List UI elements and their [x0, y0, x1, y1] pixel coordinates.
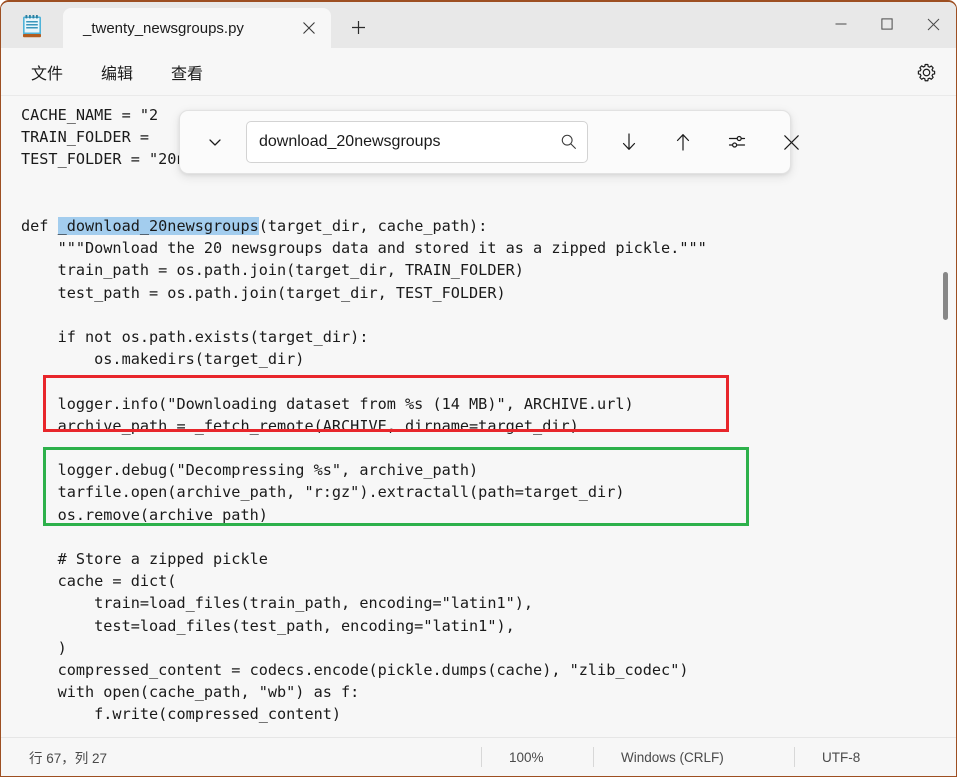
code-after-match: (target_dir, cache_path): """Download th…	[57, 217, 707, 724]
tab-twenty-newsgroups[interactable]: _twenty_newsgroups.py	[63, 8, 331, 48]
settings-gear-icon[interactable]	[910, 56, 942, 88]
close-find-bar-icon[interactable]	[770, 121, 812, 163]
find-input[interactable]	[247, 122, 587, 162]
status-cursor-position: 行 67，列 27	[29, 751, 108, 766]
maximize-button[interactable]	[864, 2, 910, 46]
notepad-app-icon	[21, 15, 43, 39]
vertical-scrollbar[interactable]	[940, 196, 952, 741]
find-bar	[179, 110, 799, 174]
status-encoding[interactable]: UTF-8	[806, 746, 876, 768]
status-line-ending[interactable]: Windows (CRLF)	[605, 746, 740, 768]
status-zoom-level[interactable]: 100%	[493, 746, 560, 768]
find-previous-up-arrow-icon[interactable]	[662, 121, 704, 163]
status-divider-2	[593, 747, 594, 767]
minimize-button[interactable]	[818, 2, 864, 46]
menu-item-file[interactable]: 文件	[17, 54, 77, 90]
find-next-down-arrow-icon[interactable]	[608, 121, 650, 163]
search-match-highlight: _download_20newsgroups	[57, 217, 259, 236]
scrollbar-thumb[interactable]	[943, 272, 948, 320]
status-divider-3	[794, 747, 795, 767]
new-tab-icon[interactable]	[341, 10, 375, 44]
menu-item-view[interactable]: 查看	[157, 54, 217, 90]
tab-title: _twenty_newsgroups.py	[83, 19, 244, 37]
find-options-sliders-icon[interactable]	[716, 121, 758, 163]
menu-item-edit[interactable]: 编辑	[87, 54, 147, 90]
expand-replace-chevron-down-icon[interactable]	[194, 121, 236, 163]
close-button[interactable]	[910, 2, 956, 46]
menu-bar: 文件 编辑 查看	[1, 48, 956, 96]
tab-close-icon[interactable]	[293, 12, 325, 44]
status-divider-1	[481, 747, 482, 767]
tab-strip: _twenty_newsgroups.py	[63, 2, 375, 48]
window-controls	[818, 2, 956, 46]
code-text[interactable]: CACHE_NAME = "2 TRAIN_FOLDER = TEST_FOLD…	[21, 104, 707, 726]
find-input-wrapper[interactable]	[246, 121, 588, 163]
title-bar: _twenty_newsgroups.py	[1, 2, 956, 48]
text-editor-area[interactable]: CACHE_NAME = "2 TRAIN_FOLDER = TEST_FOLD…	[1, 96, 956, 741]
notepad-window: _twenty_newsgroups.py 文件 编辑 查看 CACHE_NAM…	[0, 0, 957, 777]
status-bar: 行 67，列 27 100% Windows (CRLF) UTF-8	[1, 737, 956, 776]
